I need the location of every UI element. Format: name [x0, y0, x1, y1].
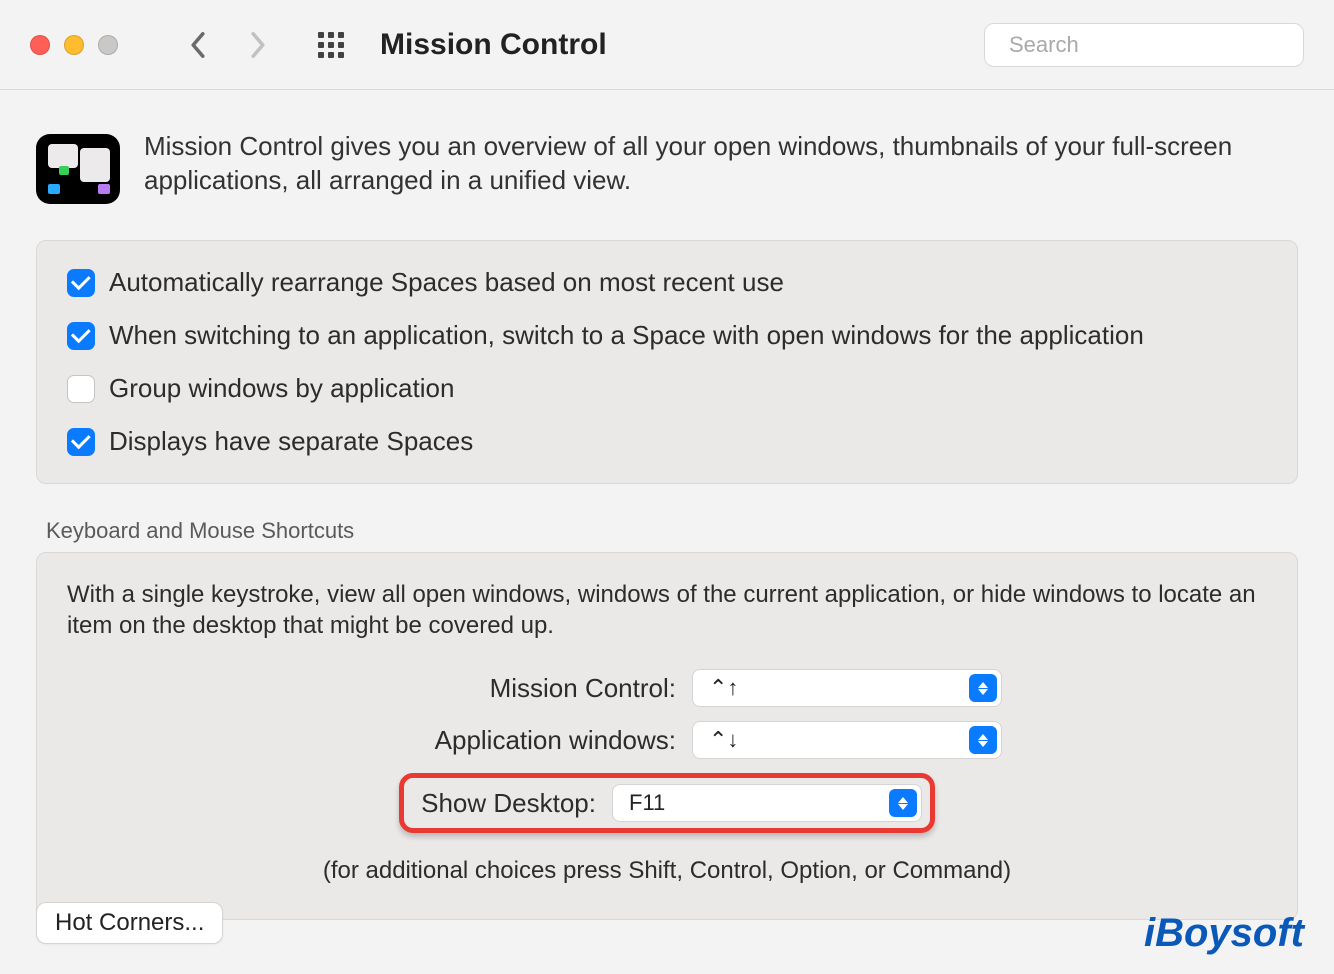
minimize-window-icon[interactable] — [64, 35, 84, 55]
shortcut-row-app-windows: Application windows: ⌃↓ — [67, 721, 1267, 759]
shortcut-row-mission-control: Mission Control: ⌃↑ — [67, 669, 1267, 707]
shortcuts-description: With a single keystroke, view all open w… — [67, 579, 1267, 641]
checkbox-label: Displays have separate Spaces — [109, 426, 473, 457]
checkbox-label: When switching to an application, switch… — [109, 320, 1144, 351]
checkbox-label: Group windows by application — [109, 373, 454, 404]
select-value: ⌃↓ — [709, 727, 738, 753]
select-value: F11 — [629, 790, 665, 816]
shortcut-label: Show Desktop: — [412, 788, 612, 819]
checkbox-icon[interactable] — [67, 428, 95, 456]
shortcuts-panel: With a single keystroke, view all open w… — [36, 552, 1298, 920]
watermark-text: iBoysoft — [1144, 911, 1304, 956]
shortcut-label: Mission Control: — [332, 673, 692, 704]
checkbox-icon[interactable] — [67, 269, 95, 297]
page-title: Mission Control — [380, 28, 607, 62]
shortcuts-footnote: (for additional choices press Shift, Con… — [67, 857, 1267, 885]
forward-button[interactable] — [238, 25, 278, 65]
titlebar: Mission Control — [0, 0, 1334, 90]
window-controls — [30, 35, 118, 55]
checkbox-label: Automatically rearrange Spaces based on … — [109, 267, 784, 298]
back-button[interactable] — [178, 25, 218, 65]
shortcut-select-mission-control[interactable]: ⌃↑ — [692, 669, 1002, 707]
checkbox-rearrange-spaces[interactable]: Automatically rearrange Spaces based on … — [67, 267, 1267, 298]
checkbox-switch-space[interactable]: When switching to an application, switch… — [67, 320, 1267, 351]
shortcut-row-show-desktop: Show Desktop: F11 — [67, 773, 1267, 833]
shortcut-label: Application windows: — [332, 725, 692, 756]
search-input[interactable] — [1009, 32, 1297, 58]
select-value: ⌃↑ — [709, 675, 738, 701]
options-panel: Automatically rearrange Spaces based on … — [36, 240, 1298, 484]
select-arrows-icon — [969, 726, 997, 754]
checkbox-separate-spaces[interactable]: Displays have separate Spaces — [67, 426, 1267, 457]
checkbox-icon[interactable] — [67, 322, 95, 350]
select-arrows-icon — [969, 674, 997, 702]
nav-arrows — [178, 25, 278, 65]
checkbox-group-windows[interactable]: Group windows by application — [67, 373, 1267, 404]
highlight-annotation: Show Desktop: F11 — [399, 773, 935, 833]
zoom-window-icon[interactable] — [98, 35, 118, 55]
close-window-icon[interactable] — [30, 35, 50, 55]
intro-row: Mission Control gives you an overview of… — [36, 130, 1298, 204]
shortcut-select-app-windows[interactable]: ⌃↓ — [692, 721, 1002, 759]
search-box[interactable] — [984, 23, 1304, 67]
shortcut-select-show-desktop[interactable]: F11 — [612, 784, 922, 822]
select-arrows-icon — [889, 789, 917, 817]
hot-corners-button[interactable]: Hot Corners... — [36, 902, 223, 944]
show-all-prefs-icon[interactable] — [318, 32, 344, 58]
intro-text: Mission Control gives you an overview of… — [144, 130, 1298, 198]
mission-control-icon — [36, 134, 120, 204]
checkbox-icon[interactable] — [67, 375, 95, 403]
shortcuts-section-label: Keyboard and Mouse Shortcuts — [46, 518, 1298, 544]
